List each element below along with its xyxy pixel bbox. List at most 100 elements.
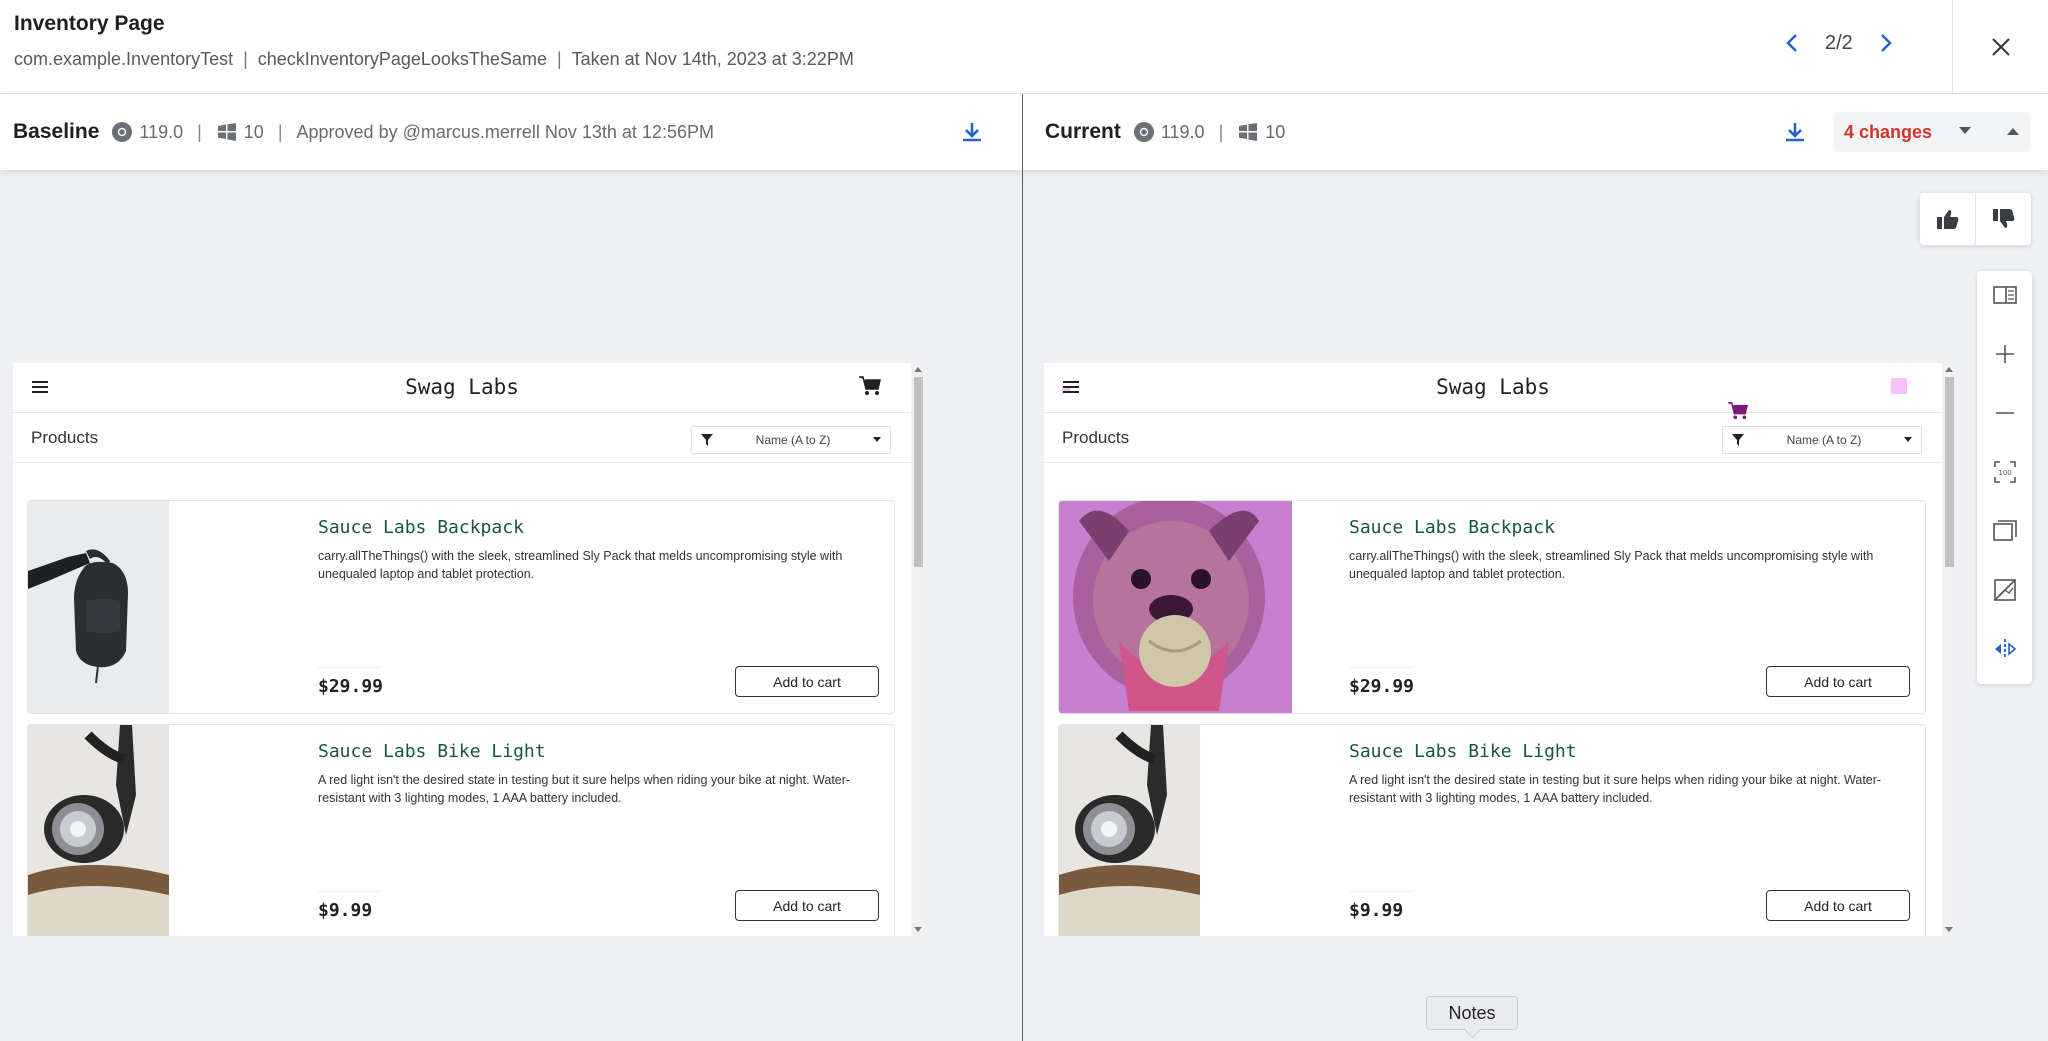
- product-name[interactable]: Sauce Labs Backpack: [318, 517, 524, 538]
- test-method: checkInventoryPageLooksTheSame: [258, 49, 547, 69]
- chevron-right-icon[interactable]: [1871, 28, 1901, 58]
- page-title: Inventory Page: [14, 12, 165, 36]
- scroll-thumb[interactable]: [1945, 377, 1954, 567]
- scroll-up-arrow[interactable]: [1945, 367, 1953, 372]
- baseline-download-button[interactable]: [956, 116, 988, 148]
- scroll-down-arrow[interactable]: [1945, 927, 1953, 932]
- zoom-in-icon: [1994, 343, 2016, 365]
- caret-down-icon: [872, 436, 882, 444]
- close-icon: [1991, 37, 2011, 57]
- current-label: Current: [1045, 120, 1121, 144]
- product-name[interactable]: Sauce Labs Backpack: [1349, 517, 1555, 538]
- product-price: $29.99: [1349, 667, 1413, 697]
- windows-icon: [1237, 121, 1259, 143]
- compare-slider-button[interactable]: [1977, 629, 2032, 669]
- add-to-cart-button[interactable]: Add to cart: [1766, 666, 1910, 697]
- scroll-up-arrow[interactable]: [914, 367, 922, 372]
- product-image: [28, 501, 169, 713]
- scrollbar[interactable]: [911, 363, 925, 936]
- info-separator: |: [1219, 122, 1224, 143]
- product-image: [1059, 725, 1200, 936]
- app-brand: Swag Labs: [13, 375, 911, 399]
- add-to-cart-button[interactable]: Add to cart: [1766, 890, 1910, 921]
- notes-button[interactable]: Notes: [1426, 996, 1518, 1030]
- zoom-out-button[interactable]: [1977, 393, 2032, 433]
- product-card: Sauce Labs Bike Light A red light isn't …: [27, 724, 895, 936]
- pager: 2/2: [1777, 28, 1901, 58]
- add-to-cart-button[interactable]: Add to cart: [735, 666, 879, 697]
- actual-size-icon: 100: [1993, 460, 2017, 484]
- download-icon: [960, 120, 984, 144]
- cart-icon: [858, 375, 882, 397]
- baseline-os-version: 10: [244, 122, 264, 143]
- taken-at: Taken at Nov 14th, 2023 at 3:22PM: [572, 49, 854, 69]
- chevron-down-icon[interactable]: [1958, 126, 1972, 136]
- thumbs-up-icon: [1936, 208, 1960, 230]
- changes-count: 4 changes: [1844, 122, 1932, 143]
- approve-button[interactable]: [1920, 193, 1975, 245]
- sort-value: Name (A to Z): [714, 433, 872, 447]
- product-desc: A red light isn't the desired state in t…: [1349, 771, 1909, 807]
- diff-toggle-button[interactable]: [1977, 570, 2032, 610]
- chevron-left-icon[interactable]: [1777, 28, 1807, 58]
- chevron-up-icon[interactable]: [2006, 126, 2020, 136]
- view-toolbar: 100: [1977, 271, 2032, 684]
- add-to-cart-button[interactable]: Add to cart: [735, 890, 879, 921]
- split-view-button[interactable]: [1977, 275, 2032, 315]
- app-header: Swag Labs: [1044, 363, 1942, 413]
- top-header: Inventory Page com.example.InventoryTest…: [0, 0, 2048, 94]
- product-desc: A red light isn't the desired state in t…: [318, 771, 878, 807]
- approved-by: Approved by @marcus.merrell Nov 13th at …: [297, 122, 714, 143]
- current-info: 119.0 | 10: [1133, 121, 1285, 143]
- products-row: Products Name (A to Z): [1044, 413, 1942, 463]
- fit-to-screen-button[interactable]: [1977, 511, 2032, 551]
- current-download-button[interactable]: [1779, 116, 1811, 148]
- scrollbar[interactable]: [1942, 363, 1956, 936]
- baseline-screenshot: Swag Labs Products Name (A to Z) Sauce L…: [13, 363, 925, 936]
- info-separator: |: [278, 122, 283, 143]
- changes-dropdown[interactable]: 4 changes: [1834, 112, 2030, 152]
- meta-separator: |: [557, 49, 562, 69]
- current-screenshot: Swag Labs Products Name (A to Z): [1044, 363, 1956, 936]
- actual-size-button[interactable]: 100: [1977, 452, 2032, 492]
- product-desc: carry.allTheThings() with the sleek, str…: [318, 547, 878, 583]
- product-desc: carry.allTheThings() with the sleek, str…: [1349, 547, 1909, 583]
- chrome-icon: [1133, 121, 1155, 143]
- thumbs-down-icon: [1992, 208, 2016, 230]
- products-title: Products: [31, 428, 98, 448]
- product-card: Sauce Labs Backpack carry.allTheThings()…: [27, 500, 895, 714]
- reject-button[interactable]: [1975, 193, 2031, 245]
- chrome-icon: [111, 121, 133, 143]
- windows-icon: [216, 121, 238, 143]
- app-brand: Swag Labs: [1044, 375, 1942, 399]
- baseline-header: Baseline 119.0 | 10 | Approved by @marcu…: [13, 94, 714, 170]
- svg-text:100: 100: [1998, 469, 2011, 477]
- test-meta: com.example.InventoryTest|checkInventory…: [14, 49, 854, 70]
- app-header: Swag Labs: [13, 363, 911, 413]
- zoom-out-icon: [1994, 402, 2016, 424]
- product-card: Sauce Labs Backpack carry.allTheThings()…: [1058, 500, 1926, 714]
- scroll-down-arrow[interactable]: [914, 927, 922, 932]
- vote-box: [1920, 193, 2031, 245]
- compare-icon: [1992, 638, 2018, 660]
- pager-count: 2/2: [1825, 32, 1853, 55]
- split-view-icon: [1993, 285, 2017, 305]
- baseline-browser-version: 119.0: [139, 122, 183, 143]
- product-price: $9.99: [1349, 891, 1413, 921]
- baseline-info: 119.0 | 10 | Approved by @marcus.merrell…: [111, 121, 714, 143]
- caret-down-icon: [1903, 436, 1913, 444]
- close-button[interactable]: [1952, 0, 2048, 94]
- filter-icon: [700, 433, 714, 447]
- product-name[interactable]: Sauce Labs Bike Light: [1349, 741, 1577, 762]
- scroll-thumb[interactable]: [914, 377, 923, 567]
- product-name[interactable]: Sauce Labs Bike Light: [318, 741, 546, 762]
- sort-select: Name (A to Z): [691, 426, 891, 454]
- zoom-in-button[interactable]: [1977, 334, 2032, 374]
- meta-separator: |: [243, 49, 248, 69]
- product-image-changed: [1059, 501, 1292, 713]
- pane-divider[interactable]: [1022, 94, 1023, 1041]
- baseline-label: Baseline: [13, 120, 99, 144]
- current-browser-version: 119.0: [1161, 122, 1205, 143]
- products-row: Products Name (A to Z): [13, 413, 911, 463]
- product-card: Sauce Labs Bike Light A red light isn't …: [1058, 724, 1926, 936]
